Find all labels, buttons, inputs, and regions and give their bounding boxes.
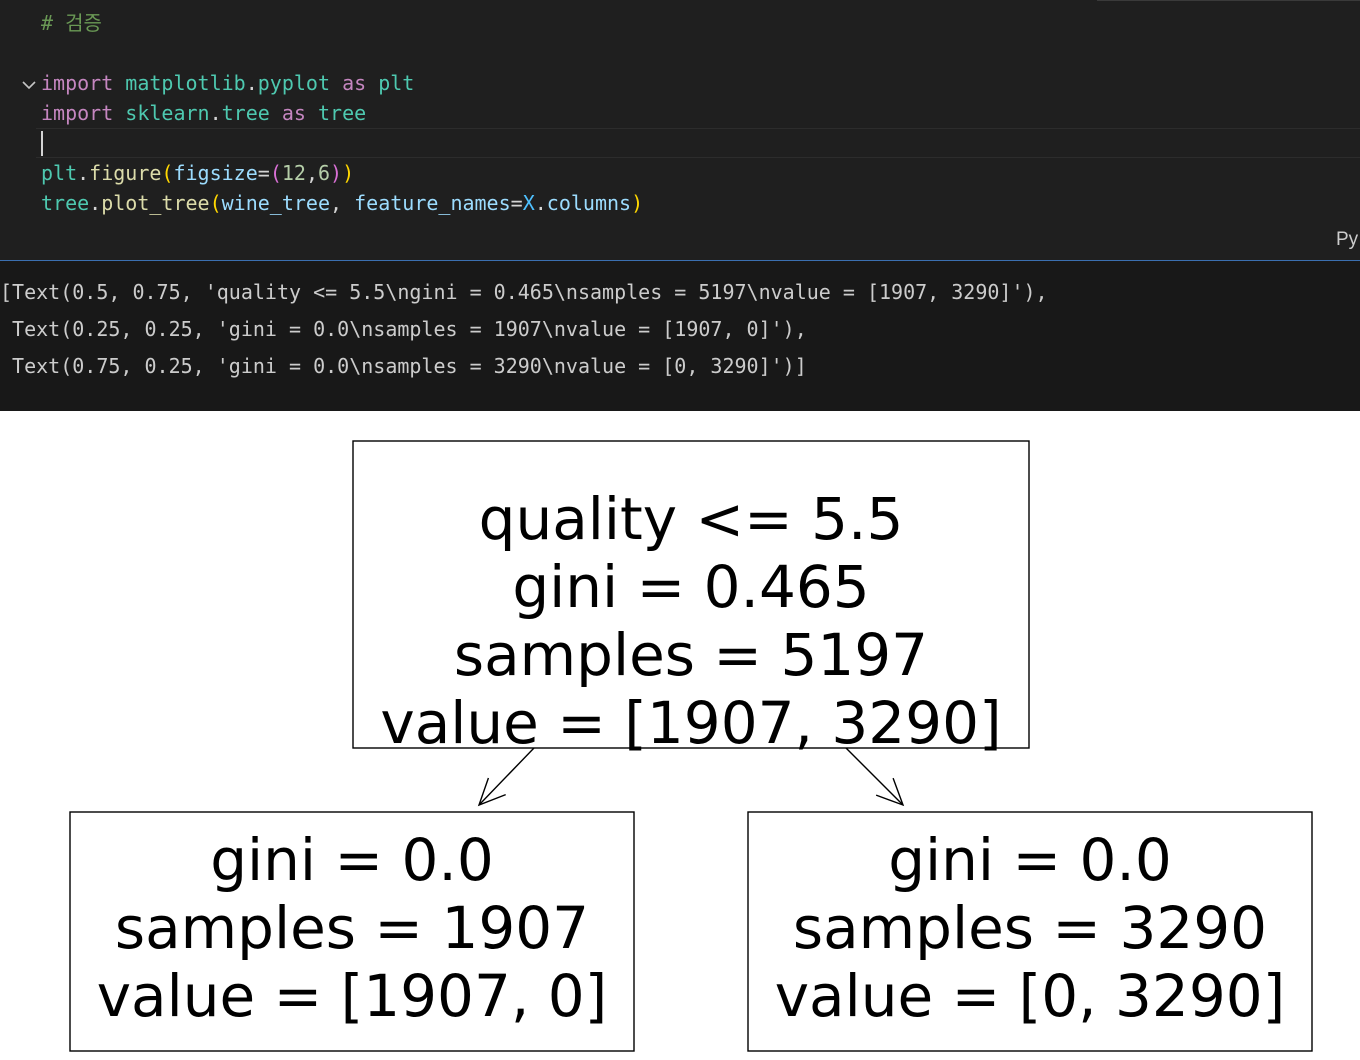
code-line[interactable]: # 검증 — [41, 8, 102, 38]
fold-chevron-icon[interactable] — [20, 76, 38, 94]
code-token: plt — [41, 161, 78, 185]
code-token: figsize — [173, 161, 258, 185]
code-token: 6 — [318, 161, 331, 185]
code-token: X — [522, 191, 535, 215]
code-token: figure — [89, 161, 162, 185]
output-line: Text(0.25, 0.25, 'gini = 0.0\nsamples = … — [0, 317, 807, 341]
code-token: import — [41, 101, 114, 125]
code-token: tree — [221, 101, 270, 125]
code-token: feature_names — [354, 191, 511, 215]
tree-node-label: gini = 0.465 — [512, 553, 869, 621]
code-token: as — [342, 71, 367, 95]
code-token: ( — [161, 161, 174, 185]
output-line: [Text(0.5, 0.75, 'quality <= 5.5\ngini =… — [0, 280, 1048, 304]
code-token: = — [510, 191, 523, 215]
output-line: Text(0.75, 0.25, 'gini = 0.0\nsamples = … — [0, 354, 807, 378]
decision-tree-plot: quality <= 5.5gini = 0.465samples = 5197… — [0, 411, 1360, 1060]
code-token: ( — [209, 191, 222, 215]
code-token: . — [209, 101, 222, 125]
code-token: ) — [342, 161, 355, 185]
code-token: pyplot — [257, 71, 331, 95]
code-token: columns — [546, 191, 632, 215]
code-token: tree — [318, 101, 367, 125]
code-token: wine_tree — [221, 191, 331, 215]
current-line-highlight — [36, 128, 1360, 158]
tree-node-label: samples = 1907 — [115, 894, 589, 962]
code-token: ( — [269, 161, 282, 185]
tree-node-label: samples = 5197 — [454, 621, 928, 689]
tree-node-label: value = [0, 3290] — [775, 962, 1286, 1030]
code-token: 12 — [281, 161, 306, 185]
tree-node-label: value = [1907, 3290] — [380, 689, 1001, 757]
cell-output: [Text(0.5, 0.75, 'quality <= 5.5\ngini =… — [0, 261, 1360, 411]
code-token: , — [330, 191, 355, 215]
code-token: plot_tree — [101, 191, 210, 215]
code-token: sklearn — [125, 101, 210, 125]
code-line[interactable]: import matplotlib.pyplot as plt — [41, 68, 414, 98]
code-token: as — [281, 101, 306, 125]
code-token: ) — [330, 161, 343, 185]
code-token: . — [89, 191, 102, 215]
language-badge[interactable]: Py — [1336, 229, 1358, 251]
code-line[interactable]: tree.plot_tree(wine_tree, feature_names=… — [41, 188, 643, 218]
code-token: , — [305, 161, 318, 185]
tree-node-label: gini = 0.0 — [210, 826, 494, 894]
code-token: ) — [631, 191, 644, 215]
code-line[interactable]: import sklearn.tree as tree — [41, 98, 366, 128]
code-token: # 검증 — [41, 11, 102, 35]
code-editor[interactable]: # 검증 import matplotlib.pyplot as plt impor… — [0, 0, 1360, 260]
code-token: . — [534, 191, 547, 215]
code-token: matplotlib — [125, 71, 246, 95]
tree-node-label: value = [1907, 0] — [97, 962, 608, 1030]
code-token: import — [41, 71, 114, 95]
editor-top-rule — [1097, 0, 1360, 1]
code-token: tree — [41, 191, 90, 215]
code-token: . — [77, 161, 90, 185]
code-token: plt — [378, 71, 415, 95]
tree-node-label: gini = 0.0 — [888, 826, 1172, 894]
tree-node-label: quality <= 5.5 — [479, 485, 904, 553]
text-cursor — [41, 131, 43, 156]
code-token: = — [257, 161, 270, 185]
code-line[interactable]: plt.figure(figsize=(12,6)) — [41, 158, 354, 188]
tree-node-label: samples = 3290 — [793, 894, 1267, 962]
code-token: . — [245, 71, 258, 95]
